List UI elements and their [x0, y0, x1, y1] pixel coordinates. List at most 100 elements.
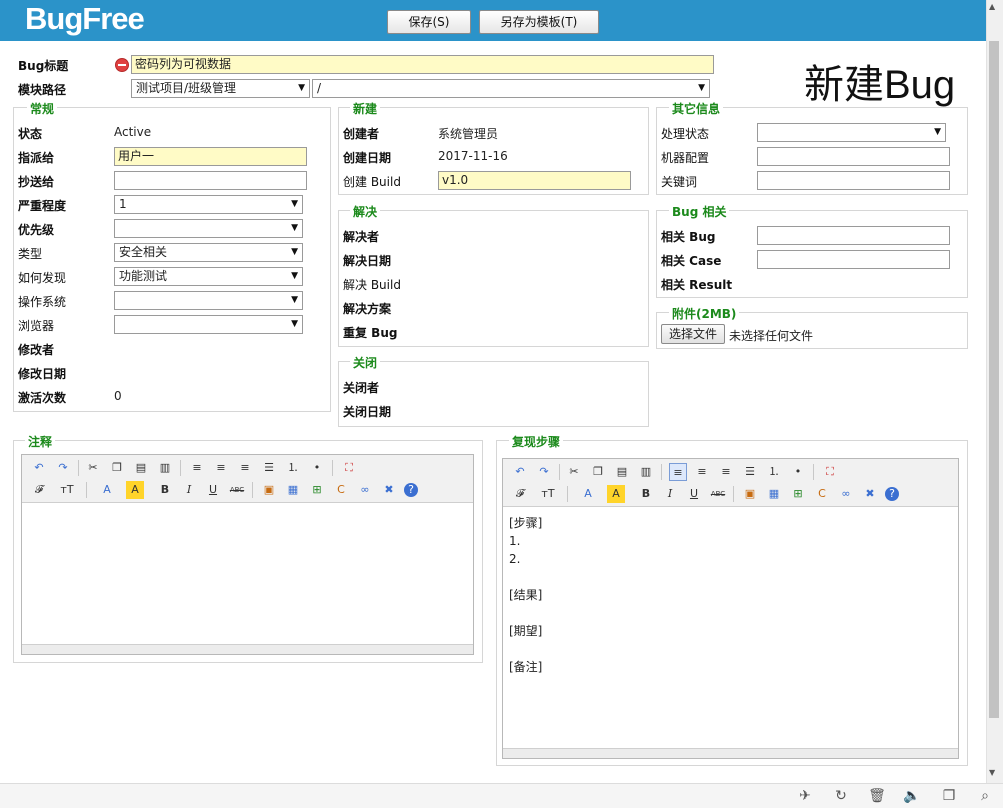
notes-editor[interactable]: ↶ ↷ ✂ ❐ ▤ ▥ ≡ ≡ ≡ ☰ ⒈ • ⛶ 𝓕 тT A A B I U… [21, 454, 474, 655]
machine-config-input[interactable] [757, 147, 950, 166]
creator-label: 创建者 [343, 127, 380, 141]
cut-icon[interactable]: ✂ [84, 459, 102, 477]
repro-steps-content[interactable]: [步骤] 1. 2. [结果] [期望] [备注] [509, 514, 949, 676]
italic-icon[interactable]: I [661, 485, 679, 503]
underline-icon[interactable]: U [204, 481, 222, 499]
redo-icon[interactable]: ↷ [535, 463, 553, 481]
paste-text-icon[interactable]: ▥ [637, 463, 655, 481]
bold-icon[interactable]: B [156, 481, 174, 499]
resolved-group-title: 解决 [350, 203, 381, 220]
highlight-color-icon[interactable]: A [126, 481, 144, 499]
scroll-down-arrow-icon[interactable]: ▼ [989, 768, 995, 777]
unordered-list-icon[interactable]: • [789, 463, 807, 481]
unlink-icon[interactable]: ✖ [380, 481, 398, 499]
browser-label: 浏览器 [18, 319, 55, 333]
save-as-template-button[interactable]: 另存为模板(T) [479, 10, 599, 34]
insert-image-icon[interactable]: ▣ [260, 481, 278, 499]
priority-select[interactable]: ▼ [114, 219, 303, 238]
align-center-icon[interactable]: ≡ [212, 459, 230, 477]
align-center-icon[interactable]: ≡ [693, 463, 711, 481]
insert-image-icon[interactable]: ▣ [741, 485, 759, 503]
process-status-select[interactable]: ▼ [757, 123, 946, 142]
chevron-down-icon: ▼ [291, 223, 298, 233]
refresh-icon[interactable]: ↻ [832, 787, 850, 805]
insert-code-icon[interactable]: C [813, 485, 831, 503]
toolbar-divider [86, 482, 87, 498]
created-build-input[interactable]: v1.0 [438, 171, 631, 190]
bug-title-input[interactable]: 密码列为可视数据 [131, 55, 714, 74]
font-size-icon[interactable]: тT [539, 485, 557, 503]
highlight-color-icon[interactable]: A [607, 485, 625, 503]
chevron-down-icon: ▼ [291, 271, 298, 281]
unlink-icon[interactable]: ✖ [861, 485, 879, 503]
align-justify-icon[interactable]: ☰ [260, 459, 278, 477]
window-icon[interactable]: ❐ [940, 787, 958, 805]
repro-steps-editor[interactable]: ↶ ↷ ✂ ❐ ▤ ▥ ≡ ≡ ≡ ☰ ⒈ • ⛶ 𝓕 тT A A B I U… [502, 458, 959, 759]
redo-icon[interactable]: ↷ [54, 459, 72, 477]
save-button[interactable]: 保存(S) [387, 10, 471, 34]
choose-file-button[interactable]: 选择文件 [661, 324, 725, 344]
keywords-input[interactable] [757, 171, 950, 190]
pin-icon[interactable]: ✈ [796, 787, 814, 805]
os-select[interactable]: ▼ [114, 291, 303, 310]
undo-icon[interactable]: ↶ [511, 463, 529, 481]
strikethrough-icon[interactable]: ABC [228, 481, 246, 499]
search-icon[interactable]: ⌕ [976, 787, 994, 805]
italic-icon[interactable]: I [180, 481, 198, 499]
paste-icon[interactable]: ▤ [613, 463, 631, 481]
project-select[interactable]: 测试项目/班级管理 ▼ [131, 79, 310, 98]
align-right-icon[interactable]: ≡ [236, 459, 254, 477]
font-size-icon[interactable]: тT [58, 481, 76, 499]
toolbar-divider [733, 486, 734, 502]
paste-icon[interactable]: ▤ [132, 459, 150, 477]
align-right-icon[interactable]: ≡ [717, 463, 735, 481]
assigned-to-input[interactable]: 用户一 [114, 147, 307, 166]
scrollbar-thumb[interactable] [989, 41, 999, 718]
align-justify-icon[interactable]: ☰ [741, 463, 759, 481]
cut-icon[interactable]: ✂ [565, 463, 583, 481]
insert-rule-icon[interactable]: ⊞ [308, 481, 326, 499]
related-bug-input[interactable] [757, 226, 950, 245]
font-color-icon[interactable]: A [579, 485, 597, 503]
bold-icon[interactable]: B [637, 485, 655, 503]
browser-select[interactable]: ▼ [114, 315, 303, 334]
related-bug-label: 相关 Bug [661, 230, 716, 244]
insert-table-icon[interactable]: ▦ [765, 485, 783, 503]
bug-title-label: Bug标题 [18, 59, 69, 73]
scroll-up-arrow-icon[interactable]: ▲ [989, 2, 995, 11]
how-found-select[interactable]: 功能测试 ▼ [114, 267, 303, 286]
fullscreen-icon[interactable]: ⛶ [340, 459, 358, 477]
trash-icon[interactable]: 🗑 [868, 787, 886, 805]
align-left-icon[interactable]: ≡ [188, 459, 206, 477]
related-case-input[interactable] [757, 250, 950, 269]
copy-icon[interactable]: ❐ [589, 463, 607, 481]
align-left-icon[interactable]: ≡ [669, 463, 687, 481]
underline-icon[interactable]: U [685, 485, 703, 503]
notes-editor-resize-bar[interactable] [22, 644, 473, 654]
link-icon[interactable]: ∞ [356, 481, 374, 499]
font-color-icon[interactable]: A [98, 481, 116, 499]
link-icon[interactable]: ∞ [837, 485, 855, 503]
repro-editor-resize-bar[interactable] [503, 748, 958, 758]
cc-input[interactable] [114, 171, 307, 190]
insert-code-icon[interactable]: C [332, 481, 350, 499]
strikethrough-icon[interactable]: ABC [709, 485, 727, 503]
font-family-icon[interactable]: 𝓕 [511, 485, 529, 503]
insert-table-icon[interactable]: ▦ [284, 481, 302, 499]
font-family-icon[interactable]: 𝓕 [30, 481, 48, 499]
severity-select[interactable]: 1 ▼ [114, 195, 303, 214]
module-select[interactable]: / ▼ [312, 79, 710, 98]
undo-icon[interactable]: ↶ [30, 459, 48, 477]
help-icon[interactable]: ? [404, 483, 418, 497]
insert-rule-icon[interactable]: ⊞ [789, 485, 807, 503]
fullscreen-icon[interactable]: ⛶ [821, 463, 839, 481]
type-select[interactable]: 安全相关 ▼ [114, 243, 303, 262]
audio-icon[interactable]: 🔈 [903, 787, 921, 805]
unordered-list-icon[interactable]: • [308, 459, 326, 477]
copy-icon[interactable]: ❐ [108, 459, 126, 477]
ordered-list-icon[interactable]: ⒈ [284, 459, 302, 477]
paste-text-icon[interactable]: ▥ [156, 459, 174, 477]
ordered-list-icon[interactable]: ⒈ [765, 463, 783, 481]
help-icon[interactable]: ? [885, 487, 899, 501]
